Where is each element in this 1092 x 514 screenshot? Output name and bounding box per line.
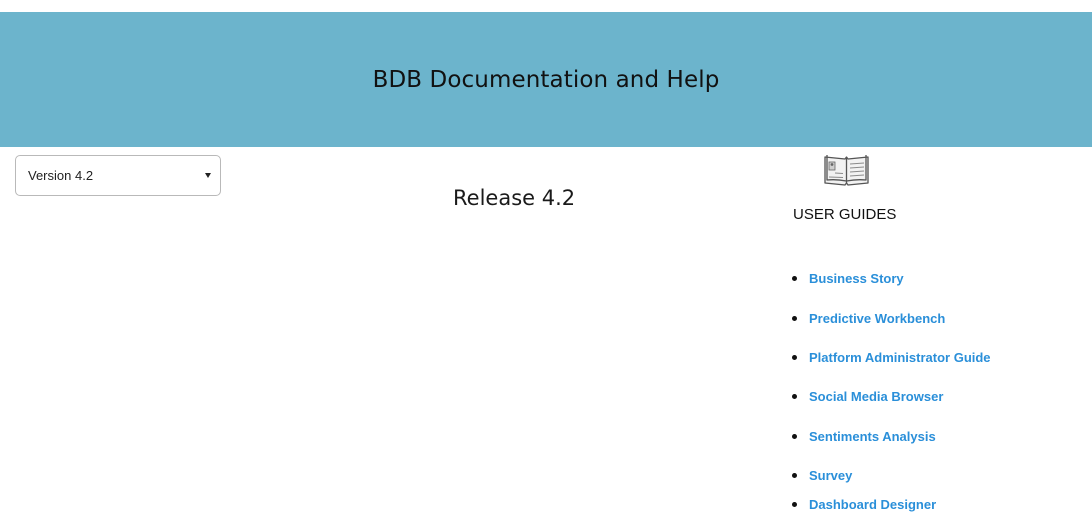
open-book-icon	[824, 155, 869, 186]
bullet-icon	[792, 394, 797, 399]
social-media-browser-link[interactable]: Social Media Browser	[809, 389, 943, 404]
list-item: Sentiments Analysis	[790, 429, 936, 444]
documentation-page: BDB Documentation and Help Version 4.2 R…	[0, 0, 1092, 514]
header-banner: BDB Documentation and Help	[0, 12, 1092, 147]
business-story-link[interactable]: Business Story	[809, 271, 904, 286]
release-title: Release 4.2	[453, 186, 576, 210]
bullet-icon	[792, 355, 797, 360]
version-select-value: Version 4.2	[28, 168, 94, 183]
bullet-icon	[792, 434, 797, 439]
page-title: BDB Documentation and Help	[372, 66, 720, 93]
list-item: Platform Administrator Guide	[790, 350, 991, 365]
dropdown-caret-icon	[205, 173, 211, 178]
list-item: Business Story	[790, 271, 904, 286]
list-item: Social Media Browser	[790, 389, 943, 404]
user-guides-heading: USER GUIDES	[793, 206, 897, 223]
list-item: Predictive Workbench	[790, 311, 945, 326]
bullet-icon	[792, 473, 797, 478]
platform-administrator-guide-link[interactable]: Platform Administrator Guide	[809, 350, 991, 365]
bullet-icon	[792, 276, 797, 281]
dashboard-designer-link[interactable]: Dashboard Designer	[809, 497, 936, 512]
bullet-icon	[792, 316, 797, 321]
sentiments-analysis-link[interactable]: Sentiments Analysis	[809, 429, 936, 444]
list-item: Dashboard Designer	[790, 497, 936, 512]
bullet-icon	[792, 502, 797, 507]
version-select[interactable]: Version 4.2	[15, 155, 221, 196]
list-item: Survey	[790, 468, 852, 483]
predictive-workbench-link[interactable]: Predictive Workbench	[809, 311, 945, 326]
survey-link[interactable]: Survey	[809, 468, 852, 483]
